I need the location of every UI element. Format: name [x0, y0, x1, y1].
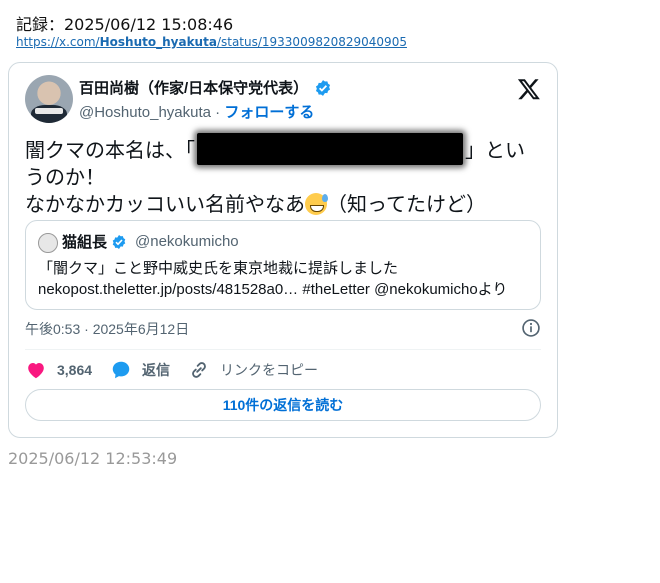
reply-label: 返信 [142, 362, 171, 378]
quoted-text-line2: nekopost.theletter.jp/posts/481528a0… #t… [38, 281, 508, 298]
quoted-verified-badge-icon [112, 234, 126, 249]
read-replies-button[interactable]: 110件の返信を読む [25, 389, 541, 421]
reply-button[interactable]: 返信 [110, 359, 170, 381]
tweet-text-line2: うのか！ [25, 167, 105, 189]
capture-timestamp: 2025/06/12 12:53:49 [8, 449, 178, 468]
quoted-author-handle: @nekokumicho [135, 233, 239, 250]
quoted-text: 「闇クマ」こと野中威史氏を東京地裁に提訴しました nekopost.thelet… [38, 258, 532, 300]
tweet-text-part2: 」とい [465, 140, 525, 162]
tweet-text-part1: 闇クマの本名は、「 [25, 140, 195, 162]
quoted-author-row: 猫組長 @nekokumicho [62, 231, 239, 252]
speech-bubble-icon [112, 361, 130, 379]
divider [25, 349, 541, 350]
quoted-text-line1: 「闇クマ」こと野中威史氏を東京地裁に提訴しました [38, 260, 399, 277]
like-button[interactable]: 3,864 [25, 359, 92, 381]
author-avatar[interactable] [25, 75, 73, 123]
link-icon [192, 362, 206, 378]
info-icon[interactable] [521, 318, 541, 338]
author-handle[interactable]: @Hoshuto_hyakuta [79, 104, 211, 121]
author-handle-row: @Hoshuto_hyakuta · フォローする [79, 101, 314, 122]
copy-link-label: リンクをコピー [220, 362, 319, 378]
action-bar: 3,864 返信 リンクをコピー [25, 359, 336, 381]
verified-badge-icon [316, 79, 331, 96]
url-suffix: /status/1933009820829040905 [216, 35, 407, 49]
tweet-embed-card: 百田尚樹（作家/日本保守党代表） @Hoshuto_hyakuta · フォロー… [8, 62, 558, 438]
redaction-block [197, 133, 463, 165]
copy-link-button[interactable]: リンクをコピー [188, 359, 318, 381]
quoted-author-name: 猫組長 [62, 234, 108, 251]
sweat-smile-emoji-icon [305, 193, 328, 215]
quoted-author-avatar [38, 233, 58, 253]
like-count: 3,864 [57, 362, 93, 378]
tweet-text-line3: なかなかカッコいい名前やなあ [25, 194, 305, 216]
x-logo-icon[interactable] [517, 77, 541, 101]
url-prefix: https://x.com/ [16, 35, 100, 49]
handle-separator: · [210, 104, 225, 121]
follow-button[interactable]: フォローする [224, 104, 314, 121]
author-name-row: 百田尚樹（作家/日本保守党代表） [79, 77, 332, 98]
tweet-text-line3-end: （知ってたけど） [327, 194, 486, 216]
status-url-link[interactable]: https://x.com/Hoshuto_hyakuta/status/193… [16, 35, 407, 49]
url-user: Hoshuto_hyakuta [99, 35, 217, 49]
author-display-name[interactable]: 百田尚樹（作家/日本保守党代表） [79, 77, 308, 98]
tweet-timestamp[interactable]: 午後0:53 · 2025年6月12日 [25, 319, 189, 339]
quoted-tweet[interactable]: 猫組長 @nekokumicho 「闇クマ」こと野中威史氏を東京地裁に提訴しまし… [25, 220, 541, 310]
heart-icon [28, 362, 44, 379]
tweet-text: 闇クマの本名は、「 」とい うのか！ なかなかカッコいい名前やなあ （知ってたけど） [25, 133, 545, 219]
record-timestamp: 記録：2025/06/12 15:08:46 [16, 15, 234, 34]
